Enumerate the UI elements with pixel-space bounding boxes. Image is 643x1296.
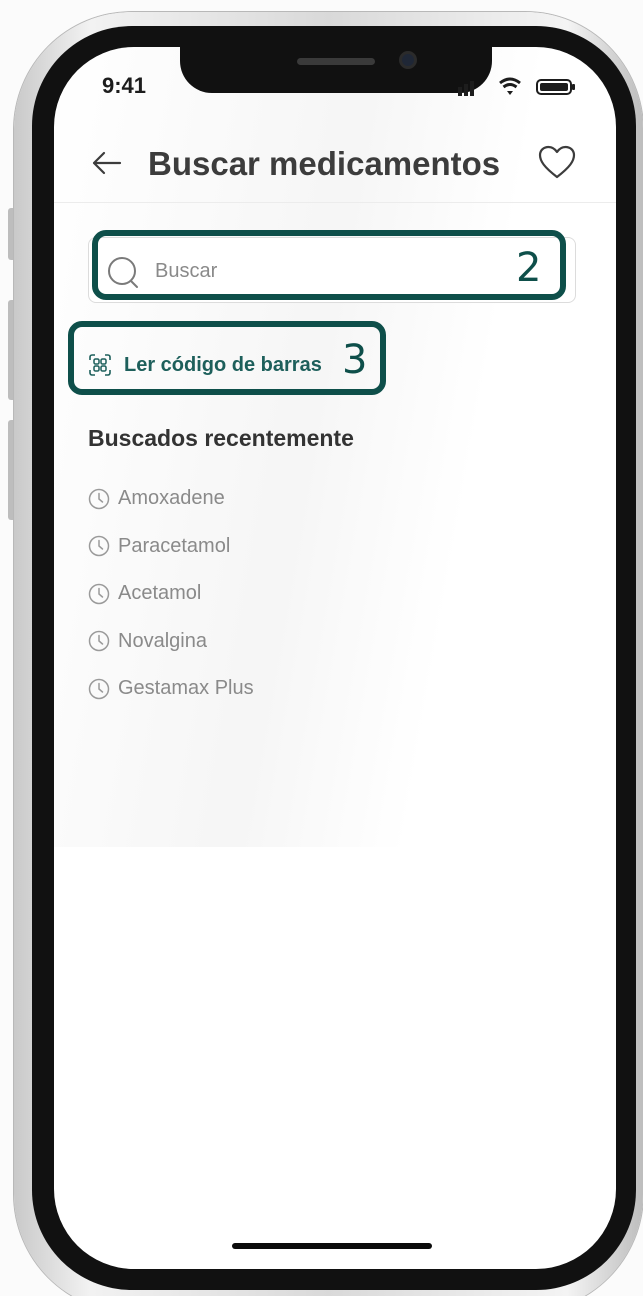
recent-item-label: Acetamol (118, 582, 202, 605)
recent-item-paracetamol[interactable]: Paracetamol (88, 523, 488, 571)
status-time: 9:41 (102, 73, 147, 98)
recent-item-label: Gestamax Plus (118, 677, 254, 700)
arrow-left-icon[interactable] (88, 145, 124, 181)
notch (180, 47, 492, 93)
heart-icon[interactable] (538, 145, 576, 181)
annotation-number-barcode: 3 (342, 337, 368, 383)
home-indicator[interactable] (232, 1243, 432, 1249)
recent-item-gestamax-plus[interactable]: Gestamax Plus (88, 665, 488, 713)
signal-icon (458, 81, 474, 96)
status-icons (458, 77, 575, 96)
recent-item-amoxadene[interactable]: Amoxadene (88, 475, 488, 523)
clock-icon (88, 631, 110, 652)
recent-item-label: Paracetamol (118, 534, 231, 557)
recent-searches-title: Buscados recentemente (88, 425, 354, 451)
clock-icon (88, 583, 110, 604)
annotation-box-barcode (68, 321, 386, 395)
recent-searches-list: Amoxadene Paracetamol Acetamol Novalgina… (88, 475, 488, 713)
front-camera (399, 51, 417, 69)
recent-item-acetamol[interactable]: Acetamol (88, 570, 488, 618)
clock-icon (88, 678, 110, 699)
clock-icon (88, 488, 110, 509)
recent-item-novalgina[interactable]: Novalgina (88, 618, 488, 666)
annotation-box-search (92, 230, 566, 300)
app-header: Buscar medicamentos (54, 137, 616, 203)
phone-screen: 9:41 Buscar medicamentos Buscar 2 Ler có… (54, 47, 616, 1269)
recent-item-label: Novalgina (118, 629, 207, 652)
clock-icon (88, 536, 110, 557)
recent-item-label: Amoxadene (118, 487, 225, 510)
speaker (297, 58, 375, 65)
annotation-number-search: 2 (516, 245, 542, 291)
stage: 9:41 Buscar medicamentos Buscar 2 Ler có… (0, 0, 643, 1296)
wifi-icon (499, 77, 521, 95)
page-title: Buscar medicamentos (148, 145, 501, 182)
battery-icon (536, 79, 575, 95)
